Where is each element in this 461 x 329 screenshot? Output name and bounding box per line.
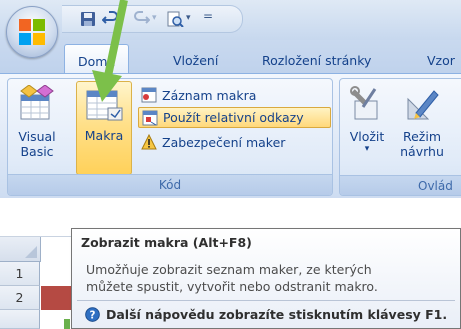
tab-rozlozeni-stranky[interactable]: Rozložení stránky xyxy=(262,53,371,68)
undo-dropdown-icon[interactable]: ▾ xyxy=(120,13,125,29)
office-button[interactable] xyxy=(6,6,58,58)
save-icon[interactable] xyxy=(80,11,96,27)
row-header-3[interactable] xyxy=(0,310,40,329)
tooltip-description: Umožňuje zobrazit seznam maker, ze který… xyxy=(86,261,456,295)
tab-vlozeni[interactable]: Vložení xyxy=(173,53,218,68)
arrow-tail-bottom xyxy=(64,319,70,329)
group-kod-label: Kód xyxy=(8,174,332,195)
tools-icon xyxy=(350,86,378,120)
ribbon: Visual Basic Makra Záznam makra Použít r… xyxy=(0,73,461,199)
print-preview-dropdown-icon[interactable]: ▾ xyxy=(186,13,191,29)
help-icon: ? xyxy=(85,307,100,322)
record-macro-label: Záznam makra xyxy=(162,88,257,103)
insert-control-button[interactable]: Vložit ▾ xyxy=(344,82,390,174)
customize-qat-button[interactable]: = xyxy=(203,9,213,23)
print-preview-icon[interactable] xyxy=(166,11,184,27)
macros-icon xyxy=(86,90,123,121)
tooltip-help-text: Další nápovědu zobrazíte stisknutím kláv… xyxy=(106,307,448,322)
makra-label: Makra xyxy=(84,128,124,143)
design-mode-label-l1: Režim xyxy=(402,129,442,144)
undo-icon[interactable] xyxy=(102,11,118,27)
quick-access-toolbar: ▾ ▾ ▾ xyxy=(62,5,243,33)
design-mode-label-l2: návrhu xyxy=(400,144,444,159)
redo-dropdown-icon[interactable]: ▾ xyxy=(152,13,157,29)
svg-text:?: ? xyxy=(90,309,96,321)
group-ovladaci-label: Ovlád xyxy=(340,175,461,195)
tooltip-separator xyxy=(77,300,455,301)
macro-security-button[interactable]: Zabezpečení maker xyxy=(138,132,285,153)
design-mode-icon xyxy=(407,90,439,120)
record-macro-button[interactable]: Záznam makra xyxy=(138,85,256,106)
group-ovladaci-prvky: Vložit ▾ Režim návrhu Ovlád xyxy=(339,78,461,196)
warning-icon xyxy=(141,134,157,150)
tab-domu[interactable]: Domů xyxy=(64,44,130,74)
visual-basic-label-l2: Basic xyxy=(20,144,54,159)
redo-icon[interactable] xyxy=(134,11,150,27)
select-all-corner[interactable] xyxy=(0,237,41,262)
tooltip-title: Zobrazit makra (Alt+F8) xyxy=(81,235,252,250)
tooltip-desc-line-2: můžete spustit, vytvořit nebo odstranit … xyxy=(86,279,378,294)
ribbon-tabs: Domů Vložení Rozložení stránky Vzor xyxy=(0,40,461,74)
visual-basic-label-l1: Visual xyxy=(18,129,56,144)
title-bar: ▾ ▾ ▾ = xyxy=(0,0,461,40)
row-header-2[interactable]: 2 xyxy=(0,286,40,310)
design-mode-button[interactable]: Režim návrhu xyxy=(394,82,450,174)
office-logo-icon xyxy=(19,19,45,45)
macros-tooltip: Zobrazit makra (Alt+F8) Umožňuje zobrazi… xyxy=(71,228,461,329)
use-relative-references-label: Použít relativní odkazy xyxy=(163,110,304,125)
row-header-1[interactable]: 1 xyxy=(0,262,40,286)
visual-basic-icon xyxy=(20,85,54,120)
relative-references-icon xyxy=(142,110,158,126)
visual-basic-button[interactable]: Visual Basic xyxy=(11,82,63,174)
macro-security-label: Zabezpečení maker xyxy=(162,135,286,150)
tooltip-desc-line-1: Umožňuje zobrazit seznam maker, ze který… xyxy=(86,262,372,277)
highlighted-cell[interactable] xyxy=(41,286,71,310)
group-kod: Visual Basic Makra Záznam makra Použít r… xyxy=(7,78,333,196)
tab-vzorce[interactable]: Vzor xyxy=(427,53,455,68)
insert-control-label: Vložit xyxy=(349,129,385,144)
insert-control-dropdown-icon: ▾ xyxy=(364,144,370,154)
makra-button[interactable]: Makra xyxy=(76,81,132,175)
record-macro-icon xyxy=(141,87,157,103)
use-relative-references-button[interactable]: Použít relativní odkazy xyxy=(138,107,331,128)
